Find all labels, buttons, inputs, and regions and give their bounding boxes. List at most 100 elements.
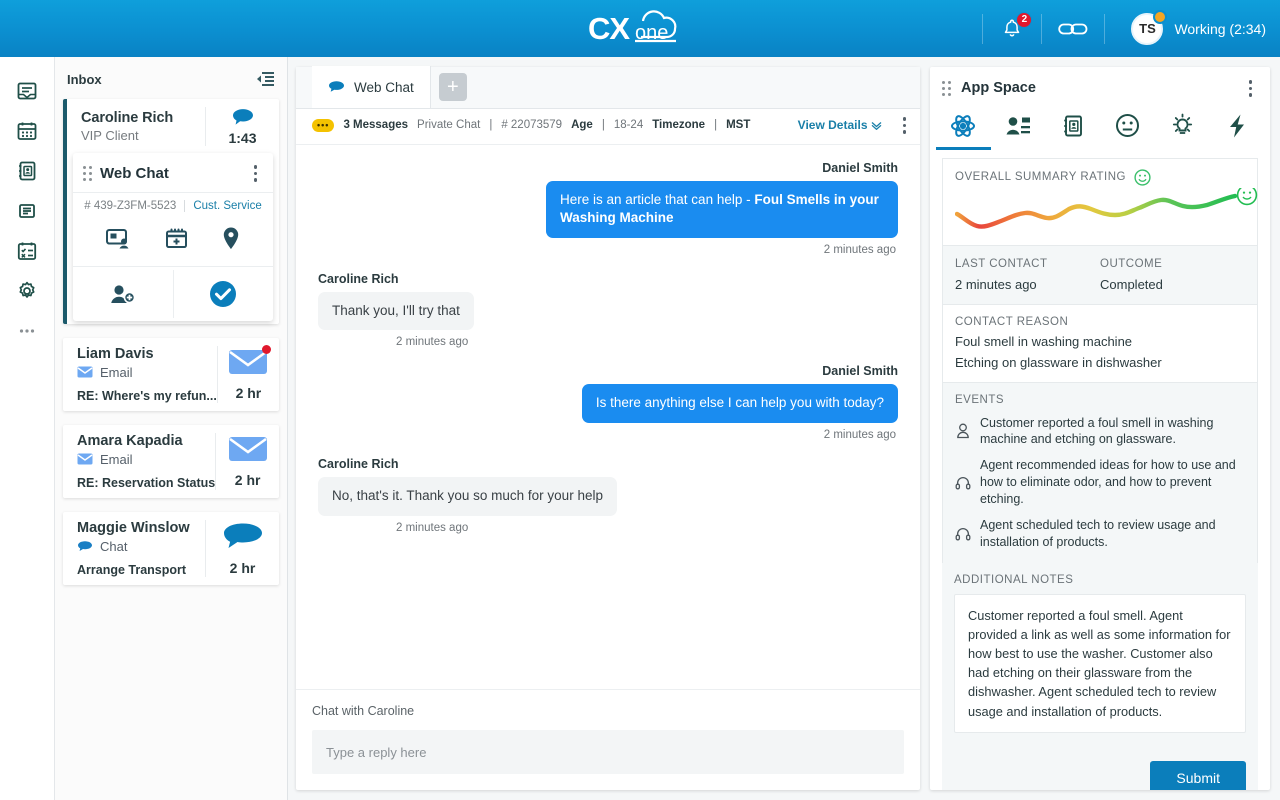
additional-notes-text[interactable]: Customer reported a foul smell. Agent pr…: [954, 594, 1246, 733]
event-item: Customer reported a foul smell in washin…: [955, 415, 1245, 449]
inbox-item-name: Liam Davis: [77, 346, 217, 362]
message-author: Daniel Smith: [318, 161, 898, 175]
message-author: Daniel Smith: [318, 364, 898, 378]
tab-web-chat[interactable]: Web Chat: [312, 66, 431, 108]
submit-button[interactable]: Submit: [1150, 761, 1246, 790]
reply-input[interactable]: [312, 730, 904, 774]
tab-actions[interactable]: [1209, 107, 1264, 150]
additional-notes-section: ADDITIONAL NOTES Customer reported a fou…: [942, 563, 1258, 747]
inbox-item-details: Liam Davis Email RE: Where's my refun...: [63, 346, 217, 403]
events-label: EVENTS: [955, 394, 1245, 406]
app-space-header: App Space: [930, 67, 1270, 107]
meta-divider: [184, 200, 185, 212]
list-item[interactable]: Maggie Winslow Chat Arrange Transport 2 …: [63, 512, 279, 585]
app-space-panel: App Space: [928, 57, 1280, 800]
message-timestamp: 2 minutes ago: [318, 244, 896, 256]
web-chat-card-meta: # 439-Z3FM-5523 Cust. Service: [73, 192, 273, 220]
rail-item-inbox[interactable]: [7, 71, 47, 111]
agent-state-label[interactable]: Working (2:34): [1174, 21, 1266, 37]
drag-grip-icon[interactable]: [942, 81, 951, 96]
chat-bubble-icon: [77, 540, 93, 553]
notification-badge-count: 2: [1016, 12, 1032, 28]
add-person-icon: [109, 282, 137, 306]
address-book-icon: [1061, 114, 1085, 138]
submit-row: Submit: [942, 747, 1258, 790]
location-button[interactable]: [221, 226, 241, 252]
collapse-inbox-button[interactable]: [255, 71, 275, 87]
view-details-button[interactable]: View Details: [798, 118, 882, 132]
unread-indicator: [262, 345, 271, 354]
cxone-logo: CX one: [588, 9, 692, 49]
app-space-more-options[interactable]: [1243, 78, 1259, 99]
last-contact-label: LAST CONTACT: [955, 258, 1100, 270]
additional-notes-label: ADDITIONAL NOTES: [954, 574, 1246, 586]
last-contact-block: LAST CONTACT 2 minutes ago: [955, 258, 1100, 292]
inbox-title: Inbox: [67, 72, 102, 87]
channel-type-label: Private Chat: [417, 119, 480, 131]
atom-icon: [950, 113, 976, 139]
tab-suggestions[interactable]: [1155, 107, 1210, 149]
tab-insights[interactable]: [936, 107, 991, 150]
inbox-item-status: 2 hr: [215, 433, 279, 490]
view-details-label: View Details: [798, 118, 868, 132]
web-chat-primary-actions: [73, 266, 273, 321]
link-contacts-button[interactable]: [1056, 16, 1090, 42]
meta-separator-2: |: [602, 119, 605, 131]
inbox-item-channel: Email: [77, 365, 217, 380]
inbox-header: Inbox: [55, 63, 287, 95]
notifications-button[interactable]: 2: [997, 14, 1027, 44]
age-label: Age: [571, 119, 593, 131]
rail-item-settings[interactable]: [7, 271, 47, 311]
age-value: 18-24: [614, 119, 643, 131]
tab-sentiment[interactable]: [1100, 107, 1155, 149]
tab-directory[interactable]: [1045, 108, 1100, 149]
person-list-icon: [1005, 115, 1031, 137]
inbox-item-channel-badge: [222, 521, 264, 556]
chat-bubble-icon: [222, 521, 264, 551]
envelope-icon: [77, 366, 93, 378]
more-dots-icon: [16, 320, 38, 342]
co-browse-button[interactable]: [105, 227, 133, 251]
rail-item-more[interactable]: [7, 311, 47, 351]
message-author: Caroline Rich: [318, 272, 898, 286]
rail-item-contacts[interactable]: [7, 151, 47, 191]
event-text: Customer reported a foul smell in washin…: [980, 415, 1245, 449]
list-item[interactable]: Liam Davis Email RE: Where's my refun...: [63, 338, 279, 411]
header-divider-2: [1041, 14, 1042, 44]
message-timestamp: 2 minutes ago: [396, 522, 898, 534]
list-item[interactable]: Amara Kapadia Email RE: Reservation Stat…: [63, 425, 279, 498]
last-contact-value: 2 minutes ago: [955, 277, 1100, 292]
event-item: Agent scheduled tech to review usage and…: [955, 517, 1245, 551]
chat-bubble-icon: [231, 107, 255, 128]
add-tab-button[interactable]: +: [439, 73, 467, 101]
message-text: Here is an article that can help -: [560, 192, 754, 207]
active-contact-card[interactable]: Caroline Rich VIP Client 1:43 Web Chat #…: [63, 99, 279, 324]
collapse-panel-icon: [255, 71, 275, 87]
app-space-card: App Space: [930, 67, 1270, 790]
web-chat-more-options[interactable]: [248, 163, 264, 184]
messages-count-label: 3 Messages: [343, 119, 408, 131]
chat-message: Caroline Rich Thank you, I'll try that 2…: [318, 272, 898, 349]
rail-item-calendar[interactable]: [7, 111, 47, 151]
chat-bubble-icon: [328, 80, 345, 94]
active-contact-summary: Caroline Rich VIP Client 1:43: [67, 99, 279, 156]
schedule-callback-button[interactable]: [164, 227, 190, 251]
rail-item-tasks[interactable]: [7, 231, 47, 271]
app-space-tab-bar: [930, 107, 1270, 150]
inbox-item-subject: RE: Reservation Status: [77, 476, 215, 490]
screen-share-icon: [105, 227, 133, 251]
event-item: Agent recommended ideas for how to use a…: [955, 457, 1245, 508]
user-avatar-wrapper[interactable]: TS: [1131, 13, 1163, 45]
header-divider-3: [1104, 14, 1105, 44]
inbox-item-name: Maggie Winslow: [77, 520, 205, 536]
end-contact-button[interactable]: [174, 267, 274, 321]
active-contact-meta: 1:43: [205, 107, 279, 146]
transfer-contact-button[interactable]: [73, 270, 174, 318]
tab-customer[interactable]: [991, 109, 1046, 148]
drag-grip-icon[interactable]: [83, 166, 92, 181]
chat-more-options[interactable]: [891, 117, 907, 134]
inbox-item-channel-label: Chat: [100, 539, 127, 554]
rail-item-queue[interactable]: [7, 191, 47, 231]
chat-message: Daniel Smith Here is an article that can…: [318, 161, 898, 256]
event-text: Agent scheduled tech to review usage and…: [980, 517, 1245, 551]
